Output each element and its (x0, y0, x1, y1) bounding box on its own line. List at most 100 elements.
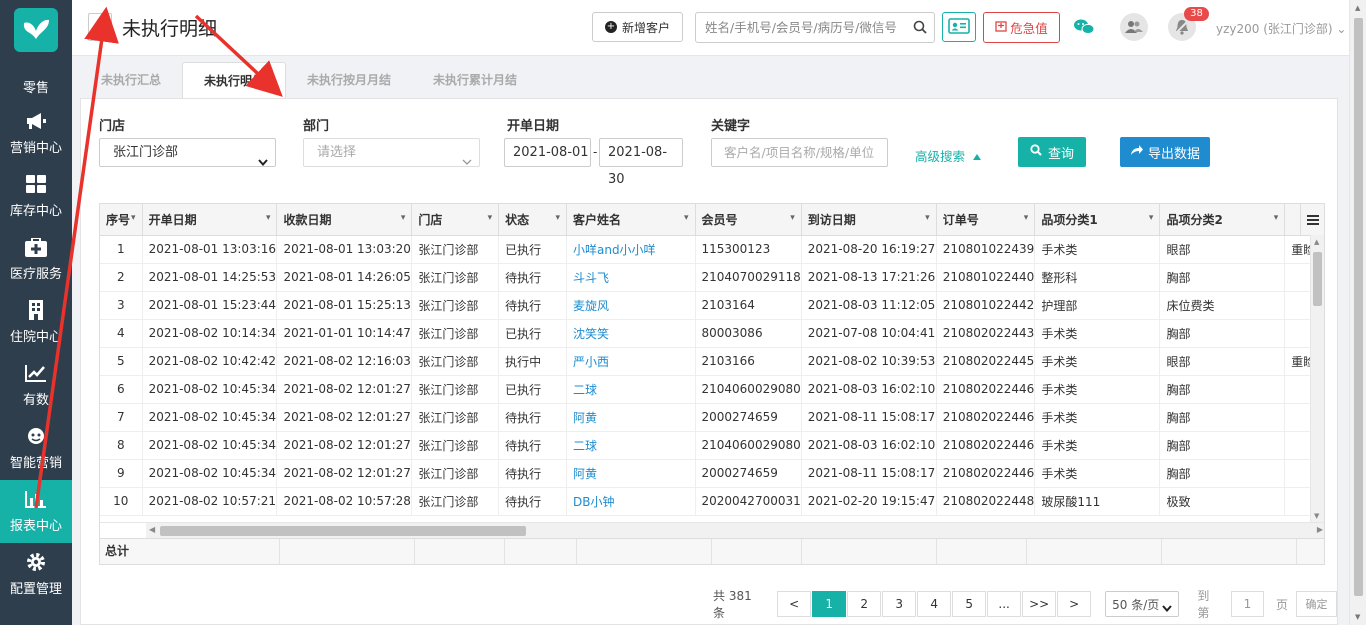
new-client-button[interactable]: + 新增客户 (592, 12, 683, 42)
scroll-thumb[interactable] (1354, 18, 1363, 596)
column-header[interactable]: 到访日期 ▾ (801, 204, 937, 236)
column-header[interactable]: 状态 ▾ (498, 204, 567, 236)
customer-name-link[interactable]: 二球 (566, 431, 696, 460)
column-header[interactable]: 客户姓名 ▾ (566, 204, 696, 236)
table-row[interactable]: 9 2021-08-02 10:45:34 2021-08-02 12:01:27 张… (100, 459, 1324, 488)
customer-name-link[interactable]: 麦旋风 (566, 291, 696, 320)
next-page-button[interactable]: > (1057, 591, 1092, 617)
page-button[interactable]: 3 (882, 591, 917, 617)
table-vertical-scrollbar[interactable]: ▲ ▼ (1310, 235, 1324, 522)
scroll-down-icon[interactable]: ▼ (1355, 613, 1360, 621)
jump-forward-button[interactable]: >> (1022, 591, 1057, 617)
tab-summary[interactable]: 未执行汇总 (80, 62, 182, 99)
table-row[interactable]: 4 2021-08-02 10:14:34 2021-01-01 10:14:47 张… (100, 319, 1324, 348)
scroll-left-icon[interactable]: ◀ (149, 525, 155, 534)
customer-name-link[interactable]: 二球 (566, 375, 696, 404)
user-menu[interactable]: yzy200 (张江门诊部) ⌄ (1216, 20, 1346, 37)
column-header[interactable]: 开单日期 ▾ (142, 204, 278, 236)
date-to-input[interactable]: 2021-08-30 (599, 138, 683, 187)
scroll-right-icon[interactable]: ▶ (1317, 525, 1323, 534)
group-users-icon[interactable] (1120, 13, 1148, 41)
scroll-up-icon[interactable]: ▲ (1355, 4, 1360, 12)
table-row[interactable]: 10 2021-08-02 10:57:21 2021-08-02 10:57:28… (100, 487, 1324, 516)
dept-select[interactable]: 请选择 (303, 138, 480, 167)
id-card-button[interactable] (942, 12, 976, 42)
customer-name-link[interactable]: 严小西 (566, 347, 696, 376)
tab-detail[interactable]: 未执行明细 (182, 62, 287, 99)
sort-caret-icon[interactable]: ▾ (1274, 213, 1279, 223)
sort-caret-icon[interactable]: ▾ (555, 213, 560, 223)
table-horizontal-scrollbar[interactable]: ◀ ▶ (146, 522, 1324, 538)
customer-name-link[interactable]: DB小钟 (566, 487, 696, 516)
page-ellipsis[interactable]: ... (987, 591, 1022, 617)
page-size-select[interactable]: 50 条/页 (1105, 591, 1180, 617)
date-separator: - (593, 145, 598, 159)
goto-page-input[interactable]: 1 (1230, 591, 1265, 617)
table-row[interactable]: 6 2021-08-02 10:45:34 2021-08-02 12:01:27 张… (100, 375, 1324, 404)
customer-name-link[interactable]: 阿黄 (566, 403, 696, 432)
column-header[interactable]: 品项分类1 ▾ (1034, 204, 1161, 236)
column-header[interactable]: 订单号 ▾ (936, 204, 1036, 236)
advanced-search-toggle[interactable]: 高级搜索 (915, 146, 982, 165)
date-from-input[interactable]: 2021-08-01 (504, 138, 591, 167)
sidebar-item-marketing[interactable]: 营销中心 (0, 102, 72, 165)
page-button[interactable]: 2 (847, 591, 882, 617)
goto-confirm-button[interactable]: 确定 (1296, 591, 1338, 617)
wechat-icon[interactable] (1070, 13, 1098, 41)
scroll-up-icon[interactable]: ▲ (1314, 238, 1319, 246)
critical-value-button[interactable]: 危急值 (983, 12, 1060, 43)
table-row[interactable]: 5 2021-08-02 10:42:42 2021-08-02 12:16:03 张… (100, 347, 1324, 376)
page-button[interactable]: 5 (952, 591, 987, 617)
export-button[interactable]: 导出数据 (1120, 137, 1210, 167)
table-row[interactable]: 2 2021-08-01 14:25:53 2021-08-01 14:26:05 张… (100, 263, 1324, 292)
scroll-thumb[interactable] (160, 526, 526, 536)
page-scrollbar[interactable]: ▲ ▼ (1349, 0, 1366, 625)
query-button[interactable]: 查询 (1018, 137, 1086, 167)
sidebar-item-medical[interactable]: 医疗服务 (0, 228, 72, 291)
sidebar-item-inventory[interactable]: 库存中心 (0, 165, 72, 228)
page-button[interactable]: 1 (812, 591, 847, 617)
sidebar-item-retail[interactable]: 零售 (0, 62, 72, 102)
customer-name-link[interactable]: 沈笑笑 (566, 319, 696, 348)
sort-caret-icon[interactable]: ▾ (488, 213, 493, 223)
table-row[interactable]: 8 2021-08-02 10:45:34 2021-08-02 12:01:27 张… (100, 431, 1324, 460)
sort-caret-icon[interactable]: ▾ (925, 213, 930, 223)
customer-name-link[interactable]: 斗斗飞 (566, 263, 696, 292)
search-input[interactable] (696, 13, 906, 42)
sidebar-item-config[interactable]: 配置管理 (0, 543, 72, 606)
keyword-input[interactable] (712, 139, 882, 166)
tab-monthly[interactable]: 未执行按月月结 (286, 62, 412, 99)
sort-caret-icon[interactable]: ▾ (1149, 213, 1154, 223)
search-icon[interactable] (913, 20, 927, 37)
customer-name-link[interactable]: 小咩and小小咩 (566, 235, 696, 264)
scroll-down-icon[interactable]: ▼ (1314, 512, 1319, 520)
customer-name-link[interactable]: 阿黄 (566, 459, 696, 488)
column-header[interactable]: 序号 ▾ (100, 204, 143, 236)
column-menu-button[interactable] (1300, 204, 1324, 235)
sort-caret-icon[interactable]: ▾ (1024, 213, 1029, 223)
column-header[interactable]: 门店 ▾ (411, 204, 500, 236)
sort-caret-icon[interactable]: ▾ (266, 213, 271, 223)
sort-caret-icon[interactable]: ▾ (684, 213, 689, 223)
back-button[interactable]: ‹ (88, 13, 112, 41)
column-header[interactable]: 会员号 ▾ (695, 204, 802, 236)
store-select[interactable]: 张江门诊部 (99, 138, 276, 167)
sidebar-item-inpatient[interactable]: 住院中心 (0, 291, 72, 354)
sort-caret-icon[interactable]: ▾ (131, 213, 136, 223)
table-row[interactable]: 1 2021-08-01 13:03:16 2021-08-01 13:03:20 张… (100, 235, 1324, 264)
scroll-thumb[interactable] (1313, 252, 1322, 306)
sidebar-item-smart-marketing[interactable]: 智能营销 (0, 417, 72, 480)
column-header[interactable]: 品项分类2 ▾ (1159, 204, 1286, 236)
page-button[interactable]: 4 (917, 591, 952, 617)
pagination: 共 381 条 < 1 2 3 4 5 ... >> > 50 条/页 到第 1… (713, 589, 1338, 620)
prev-page-button[interactable]: < (777, 591, 812, 617)
table-row[interactable]: 3 2021-08-01 15:23:44 2021-08-01 15:25:13 张… (100, 291, 1324, 320)
table-row[interactable]: 7 2021-08-02 10:45:34 2021-08-02 12:01:27 张… (100, 403, 1324, 432)
sort-caret-icon[interactable]: ▾ (401, 213, 406, 223)
sort-caret-icon[interactable]: ▾ (790, 213, 795, 223)
tab-cumulative[interactable]: 未执行累计月结 (412, 62, 538, 99)
sidebar-item-youshu[interactable]: 有数 (0, 354, 72, 417)
column-header[interactable]: 收款日期 ▾ (276, 204, 413, 236)
app-logo[interactable] (14, 8, 58, 52)
sidebar-item-reports[interactable]: 报表中心 (0, 480, 72, 543)
